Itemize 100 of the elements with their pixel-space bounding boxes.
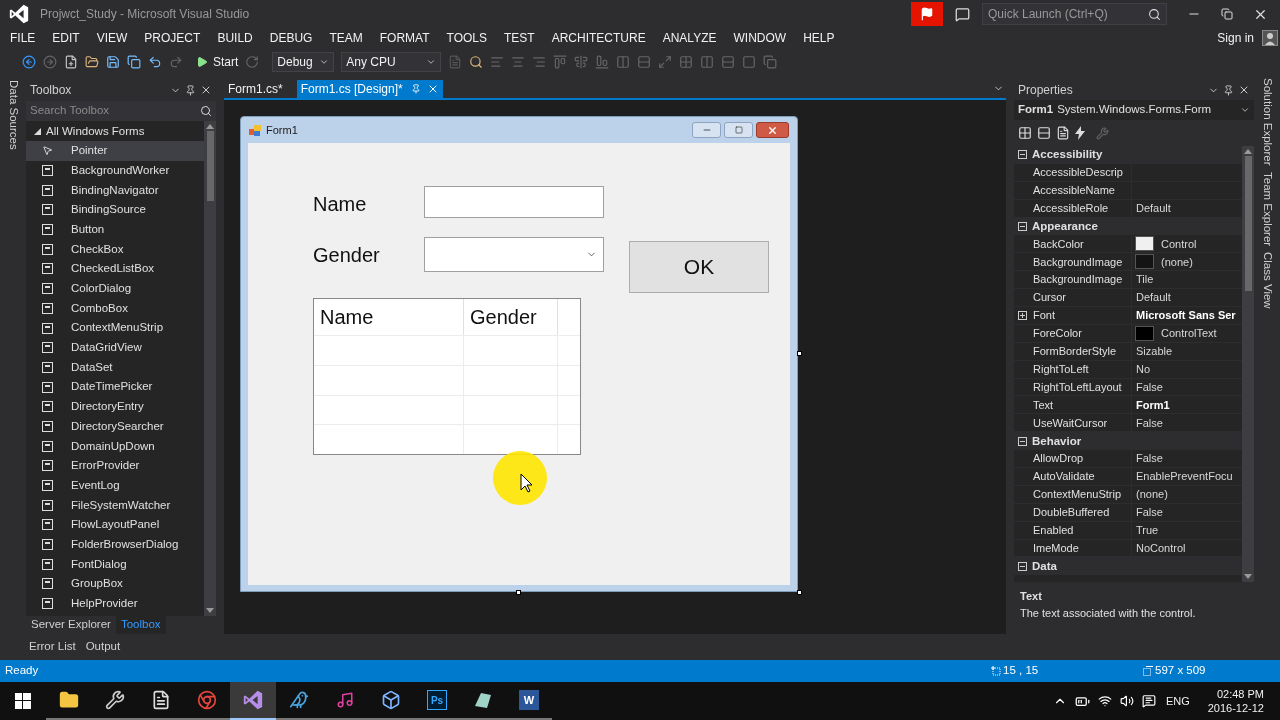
- property-value[interactable]: (none): [1161, 253, 1193, 271]
- start-button[interactable]: Start: [196, 53, 239, 71]
- property-name[interactable]: UseWaitCursor: [1030, 414, 1132, 432]
- toolbox-item[interactable]: BindingSource: [26, 200, 204, 220]
- property-name[interactable]: ForeColor: [1030, 324, 1132, 342]
- property-value[interactable]: True: [1136, 521, 1159, 539]
- menu-item[interactable]: VIEW: [88, 29, 136, 47]
- toolbox-item[interactable]: DataGridView: [26, 337, 204, 358]
- property-name[interactable]: AccessibleRole: [1030, 199, 1132, 217]
- menu-item[interactable]: ARCHITECTURE: [543, 29, 655, 47]
- scrollbar[interactable]: [1242, 146, 1254, 582]
- notification-button[interactable]: [911, 2, 943, 26]
- menu-item[interactable]: PROJECT: [135, 29, 209, 47]
- toolbox-item[interactable]: ContextMenuStrip: [26, 318, 204, 338]
- toolbox-item[interactable]: DirectoryEntry: [26, 396, 204, 417]
- toolbox-item[interactable]: EventLog: [26, 475, 204, 496]
- scroll-down-icon[interactable]: [1244, 574, 1252, 579]
- resize-handle[interactable]: [797, 351, 802, 356]
- property-name[interactable]: AutoValidate: [1030, 468, 1132, 485]
- property-name[interactable]: AccessibleDescrip: [1030, 163, 1132, 181]
- toolbox-item[interactable]: FontDialog: [26, 554, 204, 575]
- property-name[interactable]: AllowDrop: [1030, 450, 1132, 468]
- toolbox-item[interactable]: DomainUpDown: [26, 436, 204, 456]
- scrollbar[interactable]: [204, 121, 216, 616]
- toolbox-item[interactable]: GroupBox: [26, 574, 204, 594]
- object-selector[interactable]: Form1 System.Windows.Forms.Form: [1014, 100, 1254, 120]
- property-value[interactable]: False: [1136, 504, 1163, 521]
- menu-item[interactable]: BUILD: [208, 29, 262, 47]
- collapse-icon[interactable]: [1018, 436, 1027, 446]
- collapse-icon[interactable]: [1018, 222, 1027, 231]
- categorized-icon[interactable]: [1018, 126, 1032, 140]
- menu-item[interactable]: FILE: [0, 29, 44, 47]
- sort-icon[interactable]: [1037, 126, 1051, 140]
- toolbox-item[interactable]: ErrorProvider: [26, 456, 204, 476]
- toolbox-item[interactable]: DateTimePicker: [26, 377, 204, 397]
- pin-icon[interactable]: [185, 84, 196, 96]
- property-name[interactable]: ImeMode: [1030, 539, 1132, 557]
- toolbox-item[interactable]: Button: [26, 219, 204, 240]
- resize-handle[interactable]: [516, 590, 521, 595]
- find-icon[interactable]: [469, 55, 484, 69]
- toolbox-item[interactable]: HelpProvider: [26, 593, 204, 614]
- menu-item[interactable]: DEBUG: [261, 29, 321, 47]
- property-name[interactable]: Text: [1030, 396, 1132, 414]
- toolbox-item[interactable]: DataSet: [26, 357, 204, 378]
- search-field[interactable]: Search Toolbox: [26, 101, 216, 121]
- property-name[interactable]: RightToLeft: [1030, 360, 1132, 378]
- pin-icon[interactable]: [1223, 84, 1234, 96]
- lightning-icon[interactable]: [1075, 126, 1085, 140]
- properties-icon[interactable]: [1056, 126, 1070, 140]
- menu-item[interactable]: TEST: [495, 29, 544, 47]
- quick-launch-field[interactable]: Quick Launch (Ctrl+Q): [982, 3, 1167, 25]
- taskbar-app[interactable]: W: [506, 682, 552, 720]
- category-header[interactable]: Accessibility: [1014, 146, 1242, 164]
- panel-tab[interactable]: Output: [80, 638, 126, 656]
- taskbar-app[interactable]: [230, 682, 276, 720]
- collapse-icon[interactable]: [1018, 561, 1027, 571]
- toolbox-item[interactable]: BindingNavigator: [26, 180, 204, 201]
- wifi-icon[interactable]: [1097, 694, 1112, 708]
- back-icon[interactable]: [22, 55, 36, 69]
- save-all-icon[interactable]: [127, 55, 141, 69]
- notification-icon[interactable]: [1141, 694, 1156, 708]
- language-indicator[interactable]: ENG: [1165, 692, 1190, 710]
- panel-tab[interactable]: Error List: [24, 638, 81, 656]
- document-tab[interactable]: Form1.cs*: [224, 80, 287, 98]
- scroll-down-icon[interactable]: [206, 608, 214, 613]
- menu-item[interactable]: FORMAT: [371, 29, 439, 47]
- scroll-thumb[interactable]: [1244, 156, 1252, 291]
- close-button[interactable]: [756, 122, 789, 138]
- property-value[interactable]: ControlText: [1161, 325, 1217, 342]
- form-window[interactable]: Form1 Name Gender OK Name Gender: [240, 116, 798, 592]
- new-project-icon[interactable]: [64, 55, 78, 69]
- ok-button[interactable]: OK: [629, 241, 769, 293]
- pin-icon[interactable]: [410, 84, 421, 94]
- toolbox-item[interactable]: FolderBrowserDialog: [26, 534, 204, 555]
- property-value[interactable]: False: [1136, 378, 1163, 396]
- close-icon[interactable]: [200, 84, 212, 96]
- property-value[interactable]: Sizable: [1136, 343, 1173, 360]
- back-layer-icon[interactable]: [763, 55, 778, 69]
- menu-item[interactable]: TEAM: [320, 29, 372, 47]
- property-value[interactable]: Default: [1136, 289, 1171, 306]
- property-name[interactable]: Cursor: [1030, 289, 1132, 306]
- property-name[interactable]: Enabled: [1030, 521, 1132, 539]
- collapse-icon[interactable]: [1018, 150, 1027, 160]
- property-value[interactable]: False: [1136, 414, 1163, 432]
- property-value[interactable]: Form1: [1136, 396, 1170, 414]
- property-name[interactable]: AccessibleName: [1030, 181, 1132, 199]
- scroll-thumb[interactable]: [206, 131, 214, 201]
- save-icon[interactable]: [106, 55, 120, 69]
- toolbox-item[interactable]: ComboBox: [26, 298, 204, 319]
- wrench-icon[interactable]: [1096, 126, 1109, 140]
- property-name[interactable]: ContextMenuStrip: [1030, 485, 1132, 503]
- side-tab[interactable]: Solution Explorer: [1258, 78, 1276, 166]
- side-tab[interactable]: Team Explorer: [1258, 171, 1276, 246]
- property-value[interactable]: NoControl: [1136, 539, 1186, 557]
- undo-icon[interactable]: [148, 55, 162, 69]
- toolbox-item[interactable]: FlowLayoutPanel: [26, 515, 204, 535]
- property-value[interactable]: Microsoft Sans Ser: [1136, 307, 1236, 324]
- redo-icon[interactable]: [169, 55, 183, 69]
- property-name[interactable]: RightToLeftLayout: [1030, 378, 1132, 396]
- configuration-dropdown[interactable]: Debug: [272, 52, 335, 72]
